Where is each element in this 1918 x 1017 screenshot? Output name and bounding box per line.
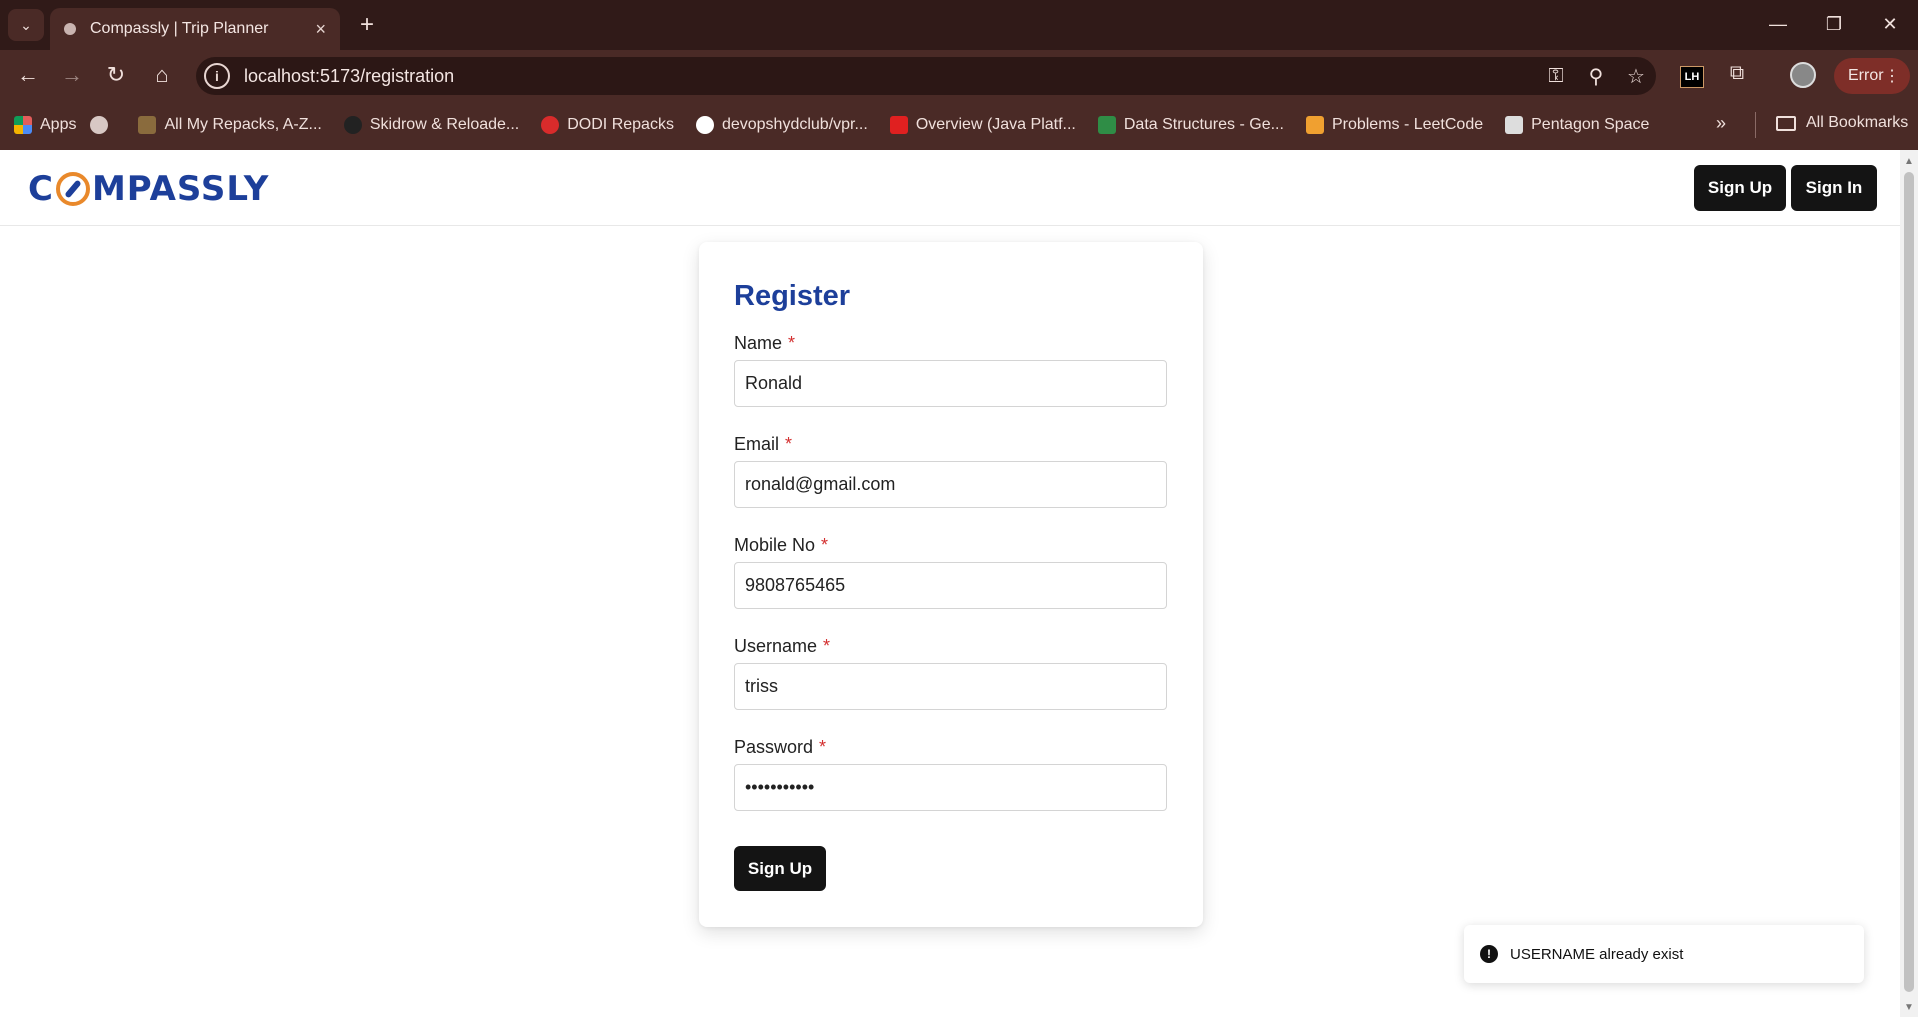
register-card: Register Name * Ronald Email * ronald@gmai… [699,242,1203,927]
bookmarks-bar: Apps All My Repacks, A-Z... Skidrow & Re… [0,100,1918,150]
forward-button[interactable]: → [56,59,88,91]
scroll-up-icon[interactable]: ▲ [1904,156,1914,167]
bookmark-github[interactable]: devopshydclub/vpr... [695,116,868,134]
compassly-logo[interactable]: C MPASSLY [28,169,269,209]
home-button[interactable]: ⌂ [146,59,178,91]
bookmark-skidrow[interactable]: Skidrow & Reloade... [343,116,519,134]
more-bookmarks-icon[interactable]: » [1716,113,1726,134]
url-text[interactable]: localhost:5173/registration [244,66,1536,87]
all-bookmarks-button[interactable]: All Bookmarks [1776,114,1908,132]
bookmark-fitgirl[interactable]: All My Repacks, A-Z... [138,116,322,134]
arrow-left-icon: ← [17,62,39,87]
key-icon[interactable]: ⚿ [1536,65,1576,88]
fitgirl-favicon-icon [138,116,157,134]
site-info-icon[interactable]: i [204,63,230,89]
email-field[interactable]: ronald@gmail.com [734,461,1167,508]
zoom-icon[interactable]: ⚲ [1576,64,1616,89]
bookmark-leetcode[interactable]: Problems - LeetCode [1305,116,1483,134]
header-signin-button[interactable]: Sign In [1791,165,1877,211]
star-icon[interactable]: ☆ [1616,64,1656,89]
folder-icon [1776,115,1796,131]
gfg-icon [1097,116,1116,134]
pentagon-icon [1505,116,1524,134]
header-signup-button[interactable]: Sign Up [1694,165,1786,211]
scroll-down-icon[interactable]: ▼ [1904,1002,1914,1013]
arrow-right-icon: → [61,62,83,87]
username-label: Username * [734,636,831,656]
restore-button[interactable]: ❐ [1814,8,1854,40]
github-icon [695,116,714,134]
active-tab[interactable]: Compassly | Trip Planner × [50,8,340,50]
site-header: C MPASSLY Sign Up Sign In [0,150,1900,226]
signup-submit-button[interactable]: Sign Up [734,846,826,891]
toast-message: USERNAME already exist [1510,945,1684,963]
page-scrollbar[interactable]: ▲ ▼ [1900,150,1918,1017]
profile-error-button[interactable]: Error ⋮ [1834,58,1910,94]
lighthouse-extension-icon[interactable]: LH [1680,66,1704,88]
address-bar[interactable]: i localhost:5173/registration ⚿ ⚲ ☆ [196,57,1656,95]
mobile-label: Mobile No * [734,535,829,555]
name-label: Name * [734,333,796,353]
bookmark-globe[interactable] [90,116,116,134]
page-title: Register [734,280,851,312]
browser-toolbar: ← → ↻ ⌂ i localhost:5173/registration ⚿ … [0,50,1918,100]
name-field[interactable]: Ronald [734,360,1167,407]
username-field[interactable]: triss [734,663,1167,710]
close-icon[interactable]: × [315,19,326,40]
compass-icon [55,172,90,206]
chevron-down-icon: ⌄ [20,16,32,33]
alert-icon: ! [1480,945,1498,963]
scrollbar-thumb[interactable] [1904,172,1914,992]
more-vert-icon: ⋮ [1884,68,1900,85]
bookmark-gfg[interactable]: Data Structures - Ge... [1097,116,1284,134]
bookmark-pentagon[interactable]: Pentagon Space [1505,116,1649,134]
avatar[interactable] [1790,62,1816,88]
password-field[interactable]: ••••••••••• [734,764,1167,811]
back-button[interactable]: ← [12,59,44,91]
tab-search-button[interactable]: ⌄ [8,9,44,41]
leetcode-icon [1305,116,1324,134]
tab-title: Compassly | Trip Planner [90,20,269,37]
minimize-button[interactable]: — [1758,8,1798,40]
home-icon: ⌂ [155,62,169,87]
browser-tabbar: ⌄ Compassly | Trip Planner × + — ❐ ✕ [0,0,1918,50]
password-label: Password * [734,737,827,757]
oracle-icon [889,116,908,134]
reload-icon: ↻ [106,62,126,87]
error-toast: ! USERNAME already exist [1464,925,1864,983]
bookmarks-divider [1755,112,1756,138]
dodi-favicon-icon [541,116,560,134]
apps-grid-icon [14,116,32,134]
tab-favicon-icon [64,23,76,35]
page-content: C MPASSLY Sign Up Sign In Register Name *… [0,150,1900,1017]
extensions-icon[interactable]: ⧉ [1722,58,1752,88]
globe-icon [90,116,109,134]
email-label: Email * [734,434,793,454]
mobile-field[interactable]: 9808765465 [734,562,1167,609]
reload-button[interactable]: ↻ [100,59,132,91]
window-close-button[interactable]: ✕ [1870,8,1910,40]
bookmark-apps[interactable]: Apps [14,116,76,134]
skidrow-favicon-icon [343,116,362,134]
new-tab-button[interactable]: + [352,10,382,40]
error-label: Error [1848,67,1884,84]
bookmark-dodi[interactable]: DODI Repacks [541,116,674,134]
bookmark-oracle[interactable]: Overview (Java Platf... [889,116,1076,134]
